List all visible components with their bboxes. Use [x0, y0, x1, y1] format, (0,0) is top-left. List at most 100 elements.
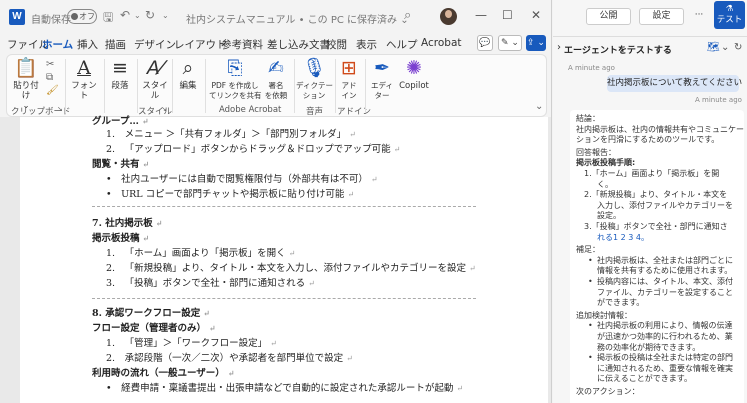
create-pdf-button[interactable]: ⎘ PDF を作成し てリンクを共有: [209, 57, 262, 101]
paragraph-mark: ↵: [346, 354, 353, 363]
find-icon: ⌕: [182, 57, 194, 79]
user-avatar[interactable]: [440, 8, 457, 25]
response-line: れる1 2 3 4。: [597, 232, 649, 242]
chevron-down-icon[interactable]: ⌄: [721, 42, 729, 53]
refresh-icon[interactable]: ↻: [734, 42, 742, 53]
signature-icon: ✍: [268, 57, 284, 79]
test-agent-header: › エージェントをテストする 🗺 ⌄ ↻: [553, 36, 747, 56]
tab-help[interactable]: ヘルプ: [386, 37, 418, 52]
document-line-text: 1. メニュー ＞「共有フォルダ」＞「部門別フォルダ」: [106, 129, 347, 140]
test-agent-title: エージェントをテストする: [564, 46, 672, 56]
paste-button[interactable]: 📋 貼り付け ⌄: [11, 57, 41, 111]
dictate-button[interactable]: 🎙 ディクテー ション: [296, 57, 333, 101]
editing-button[interactable]: ⌕ 編集: [175, 57, 201, 91]
copilot-button[interactable]: ✺ Copilot: [397, 57, 431, 91]
response-line: 結論：: [576, 114, 600, 123]
document-line[interactable]: 1. メニュー ＞「共有フォルダ」＞「部門別フォルダ」 ↵: [106, 126, 356, 140]
document-line[interactable]: 7. 社内掲示板 ↵: [92, 215, 162, 229]
clipboard-expand-icon[interactable]: ↘: [57, 105, 63, 113]
document-line[interactable]: 3. 「投稿」ボタンで全社・部門に通知される ↵: [106, 275, 315, 289]
microphone-icon: 🎙: [301, 57, 327, 79]
format-painter-icon[interactable]: 🖌: [46, 85, 59, 96]
document-line[interactable]: フロー設定（管理者のみ） ↵: [92, 320, 216, 334]
document-line[interactable]: 掲示板投稿 ↵: [92, 230, 149, 244]
document-line[interactable]: 2. 「新規投稿」より、タイトル・本文を入力し、添付ファイルやカテゴリーを設定 ↵: [106, 260, 476, 274]
tab-home[interactable]: ホーム: [42, 37, 74, 56]
minimize-button[interactable]: —: [475, 8, 487, 22]
tab-mailings[interactable]: 差し込み文書: [267, 37, 330, 52]
autosave-toggle[interactable]: オフ: [67, 9, 97, 24]
close-button[interactable]: ✕: [531, 8, 541, 22]
map-icon[interactable]: 🗺: [707, 42, 720, 53]
document-line-text: フロー設定（管理者のみ）: [92, 323, 207, 334]
document-line-text: 利用時の流れ（一般ユーザー）: [92, 368, 225, 379]
collapse-ribbon-icon[interactable]: ⌄: [535, 101, 543, 112]
paragraph-mark: ↵: [155, 218, 163, 228]
chevron-right-icon[interactable]: ›: [557, 42, 561, 53]
editing-mode-button[interactable]: ✎ ⌄: [498, 35, 522, 51]
style-expand-icon[interactable]: ↘: [161, 105, 167, 113]
paragraph-mark: ↵: [469, 264, 476, 273]
tab-design[interactable]: デザイン: [134, 37, 176, 52]
document-line[interactable]: • 経費申請・稟議書提出・出張申請などで自動的に設定された承認ルートが起動 ↵: [106, 380, 463, 394]
pdf-link-icon: ⎘: [227, 57, 243, 79]
paragraph-mark: ↵: [209, 323, 216, 333]
customize-toolbar-icon[interactable]: ⌄: [162, 11, 169, 20]
tab-review[interactable]: 校閲: [326, 37, 347, 52]
paragraph-mark: ↵: [141, 116, 149, 126]
search-icon[interactable]: ⌕: [404, 8, 411, 23]
styles-label: スタイル: [142, 81, 168, 101]
paragraph-mark: ↵: [142, 159, 150, 169]
tab-acrobat[interactable]: Acrobat: [421, 37, 462, 49]
response-line: 1.「ホーム」画面より「掲示板」を開: [584, 169, 720, 178]
document-line[interactable]: • 社内ユーザーには自動で閲覧権限付与（外部共有は不可） ↵: [106, 171, 378, 185]
document-line[interactable]: 利用時の流れ（一般ユーザー） ↵: [92, 365, 235, 379]
copy-icon[interactable]: ⧉: [46, 72, 53, 83]
document-title[interactable]: 社内システムマニュアル • この PC に保存済み ⌄: [186, 11, 409, 26]
response-line: 追加検討情報：: [576, 310, 632, 320]
paragraph-mark: ↵: [370, 175, 378, 184]
styles-button[interactable]: A⁄ スタイル: [140, 57, 170, 101]
undo-dropdown-icon[interactable]: ⌄: [134, 11, 141, 20]
response-line: ができます。: [597, 298, 645, 308]
document-line[interactable]: 2. 「アップロード」ボタンからドラッグ＆ドロップでアップ可能 ↵: [106, 141, 400, 155]
response-line: 情報を共有するために使用されます。: [597, 266, 733, 276]
tab-view[interactable]: 表示: [356, 37, 377, 52]
comments-button[interactable]: 💬: [477, 35, 493, 51]
maximize-button[interactable]: ☐: [502, 8, 513, 22]
test-button[interactable]: ⚗ テスト: [714, 1, 745, 29]
tab-references[interactable]: 参考資料: [221, 37, 263, 52]
response-bullet: 掲示板の投稿は全社または特定の部門: [588, 353, 733, 364]
copilot-label: Copilot: [399, 81, 429, 91]
publish-button[interactable]: 公開: [586, 8, 631, 25]
response-line: 回答報告：: [576, 147, 616, 157]
more-options-button[interactable]: ···: [690, 8, 708, 25]
paragraph-button[interactable]: ≡ 段落: [107, 57, 133, 91]
redo-icon[interactable]: ↻: [145, 8, 155, 22]
request-signature-label: 署名 を依頼: [264, 81, 288, 100]
editor-pen-icon: ✒: [374, 57, 390, 79]
document-page[interactable]: グループ… ↵ 1. メニュー ＞「共有フォルダ」＞「部門別フォルダ」 ↵ 2. 「アッ…: [20, 116, 548, 403]
response-bullet: 投稿内容には、タイトル、本文、添付: [588, 277, 733, 288]
font-button[interactable]: A フォント: [69, 57, 99, 101]
paragraph-mark: ↵: [347, 190, 355, 199]
document-line[interactable]: • URL コピーで部門チャットや掲示板に貼り付け可能 ↵: [106, 186, 354, 200]
tab-layout[interactable]: レイアウト: [174, 37, 227, 52]
save-icon[interactable]: 🖫: [103, 8, 113, 29]
editor-button[interactable]: ✒ エディ ター: [369, 57, 395, 101]
share-button[interactable]: ⇪ ⌄: [526, 35, 546, 51]
document-line[interactable]: 8. 承認ワークフロー設定 ↵: [92, 305, 210, 319]
cut-icon[interactable]: ✂: [46, 59, 54, 70]
document-line[interactable]: グループ… ↵: [92, 113, 149, 127]
settings-button[interactable]: 設定: [639, 8, 684, 25]
document-line[interactable]: 1. 「管理」＞「ワークフロー設定」 ↵: [106, 335, 277, 349]
tab-insert[interactable]: 挿入: [77, 37, 98, 52]
test-label: テスト: [716, 15, 743, 25]
document-line[interactable]: 2. 承認段階（一次／二次）や承認者を部門単位で設定 ↵: [106, 350, 353, 364]
undo-icon[interactable]: ↶: [120, 8, 130, 22]
addins-button[interactable]: ⊞ アド イン: [337, 57, 361, 101]
document-line[interactable]: 閲覧・共有 ↵: [92, 156, 149, 170]
document-line[interactable]: 1. 「ホーム」画面より「掲示板」を開く ↵: [106, 245, 295, 259]
tab-draw[interactable]: 描画: [105, 37, 126, 52]
request-signature-button[interactable]: ✍ 署名 を依頼: [262, 57, 290, 101]
